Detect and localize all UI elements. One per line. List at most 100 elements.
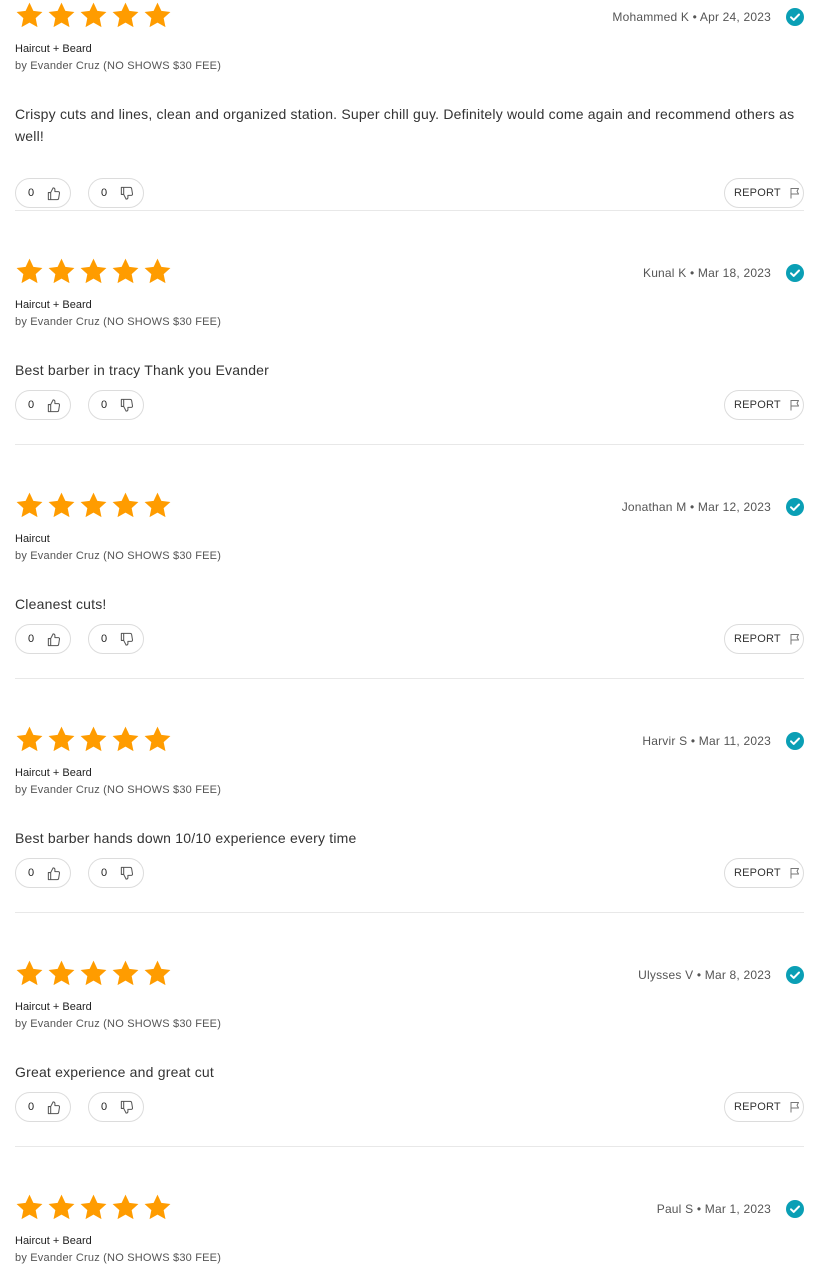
provider-name: by Evander Cruz (NO SHOWS $30 FEE) bbox=[15, 1018, 222, 1030]
star-icon bbox=[79, 257, 108, 286]
helpful-button[interactable]: 0 bbox=[15, 858, 71, 888]
author-and-date: Paul S • Mar 1, 2023 bbox=[656, 1202, 771, 1216]
star-icon bbox=[111, 725, 140, 754]
review-text: Cleanest cuts! bbox=[15, 596, 107, 612]
service-name: Haircut bbox=[15, 533, 50, 545]
star-rating bbox=[15, 1, 175, 33]
star-icon bbox=[15, 1, 44, 30]
report-label: REPORT bbox=[734, 399, 781, 411]
review-divider bbox=[15, 912, 804, 913]
helpful-count: 0 bbox=[28, 867, 35, 879]
star-rating bbox=[15, 725, 175, 757]
review-divider bbox=[15, 1146, 804, 1147]
star-icon bbox=[143, 959, 172, 988]
review-divider bbox=[15, 678, 804, 679]
not-helpful-button[interactable]: 0 bbox=[88, 390, 144, 420]
not-helpful-count: 0 bbox=[101, 399, 108, 411]
not-helpful-count: 0 bbox=[101, 633, 108, 645]
thumbs-up-icon bbox=[40, 186, 61, 201]
thumbs-up-icon bbox=[40, 398, 61, 413]
star-icon bbox=[111, 959, 140, 988]
thumbs-down-icon bbox=[113, 186, 134, 201]
helpful-button[interactable]: 0 bbox=[15, 178, 71, 208]
report-button[interactable]: REPORT bbox=[724, 390, 804, 420]
review-meta: Paul S • Mar 1, 2023 bbox=[657, 1199, 804, 1219]
thumbs-down-icon bbox=[113, 866, 134, 881]
verified-check-icon bbox=[786, 1200, 804, 1218]
star-icon bbox=[47, 257, 76, 286]
verified-check-icon bbox=[786, 8, 804, 26]
not-helpful-count: 0 bbox=[101, 1101, 108, 1113]
not-helpful-button[interactable]: 0 bbox=[88, 1092, 144, 1122]
thumbs-down-icon bbox=[113, 398, 134, 413]
review-text: Best barber hands down 10/10 experience … bbox=[15, 830, 357, 846]
star-rating bbox=[15, 1193, 175, 1225]
star-rating bbox=[15, 959, 175, 991]
star-icon bbox=[79, 959, 108, 988]
star-icon bbox=[111, 1, 140, 30]
thumbs-up-icon bbox=[40, 1100, 61, 1115]
report-label: REPORT bbox=[734, 867, 781, 879]
report-button[interactable]: REPORT bbox=[724, 178, 804, 208]
star-icon bbox=[15, 959, 44, 988]
not-helpful-button[interactable]: 0 bbox=[88, 178, 144, 208]
star-icon bbox=[79, 725, 108, 754]
flag-icon bbox=[781, 633, 801, 645]
service-name: Haircut + Beard bbox=[15, 43, 92, 55]
service-name: Haircut + Beard bbox=[15, 1235, 92, 1247]
star-icon bbox=[111, 491, 140, 520]
helpful-button[interactable]: 0 bbox=[15, 390, 71, 420]
report-button[interactable]: REPORT bbox=[724, 1092, 804, 1122]
helpful-button[interactable]: 0 bbox=[15, 1092, 71, 1122]
thumbs-up-icon bbox=[40, 632, 61, 647]
star-icon bbox=[15, 491, 44, 520]
author-and-date: Harvir S • Mar 11, 2023 bbox=[642, 734, 771, 748]
star-icon bbox=[47, 1193, 76, 1222]
review-divider bbox=[15, 444, 804, 445]
provider-name: by Evander Cruz (NO SHOWS $30 FEE) bbox=[15, 784, 222, 796]
not-helpful-count: 0 bbox=[101, 867, 108, 879]
author-and-date: Mohammed K • Apr 24, 2023 bbox=[612, 10, 771, 24]
report-label: REPORT bbox=[734, 187, 781, 199]
star-icon bbox=[47, 725, 76, 754]
author-and-date: Jonathan M • Mar 12, 2023 bbox=[621, 500, 771, 514]
helpful-count: 0 bbox=[28, 1101, 35, 1113]
not-helpful-count: 0 bbox=[101, 187, 108, 199]
review-meta: Ulysses V • Mar 8, 2023 bbox=[638, 965, 804, 985]
helpful-button[interactable]: 0 bbox=[15, 624, 71, 654]
vote-buttons: 00 bbox=[15, 624, 161, 654]
review-text: Crispy cuts and lines, clean and organiz… bbox=[15, 106, 795, 144]
review-text: Best barber in tracy Thank you Evander bbox=[15, 362, 270, 378]
report-label: REPORT bbox=[734, 633, 781, 645]
star-icon bbox=[143, 725, 172, 754]
not-helpful-button[interactable]: 0 bbox=[88, 624, 144, 654]
star-icon bbox=[15, 257, 44, 286]
star-icon bbox=[143, 257, 172, 286]
review-meta: Kunal K • Mar 18, 2023 bbox=[643, 263, 804, 283]
service-name: Haircut + Beard bbox=[15, 767, 92, 779]
star-icon bbox=[79, 1, 108, 30]
flag-icon bbox=[781, 1101, 801, 1113]
report-button[interactable]: REPORT bbox=[724, 624, 804, 654]
vote-buttons: 00 bbox=[15, 178, 161, 208]
review-meta: Mohammed K • Apr 24, 2023 bbox=[612, 7, 804, 27]
helpful-count: 0 bbox=[28, 633, 35, 645]
provider-name: by Evander Cruz (NO SHOWS $30 FEE) bbox=[15, 60, 222, 72]
review-text: Great experience and great cut bbox=[15, 1064, 215, 1080]
review-divider bbox=[15, 210, 804, 211]
thumbs-down-icon bbox=[113, 1100, 134, 1115]
report-label: REPORT bbox=[734, 1101, 781, 1113]
star-icon bbox=[143, 1193, 172, 1222]
star-icon bbox=[143, 1, 172, 30]
star-icon bbox=[47, 1, 76, 30]
flag-icon bbox=[781, 399, 801, 411]
star-icon bbox=[15, 1193, 44, 1222]
review-meta: Harvir S • Mar 11, 2023 bbox=[642, 731, 804, 751]
report-button[interactable]: REPORT bbox=[724, 858, 804, 888]
star-icon bbox=[111, 1193, 140, 1222]
provider-name: by Evander Cruz (NO SHOWS $30 FEE) bbox=[15, 1252, 222, 1264]
star-icon bbox=[47, 491, 76, 520]
not-helpful-button[interactable]: 0 bbox=[88, 858, 144, 888]
star-rating bbox=[15, 491, 175, 523]
vote-buttons: 00 bbox=[15, 390, 161, 420]
